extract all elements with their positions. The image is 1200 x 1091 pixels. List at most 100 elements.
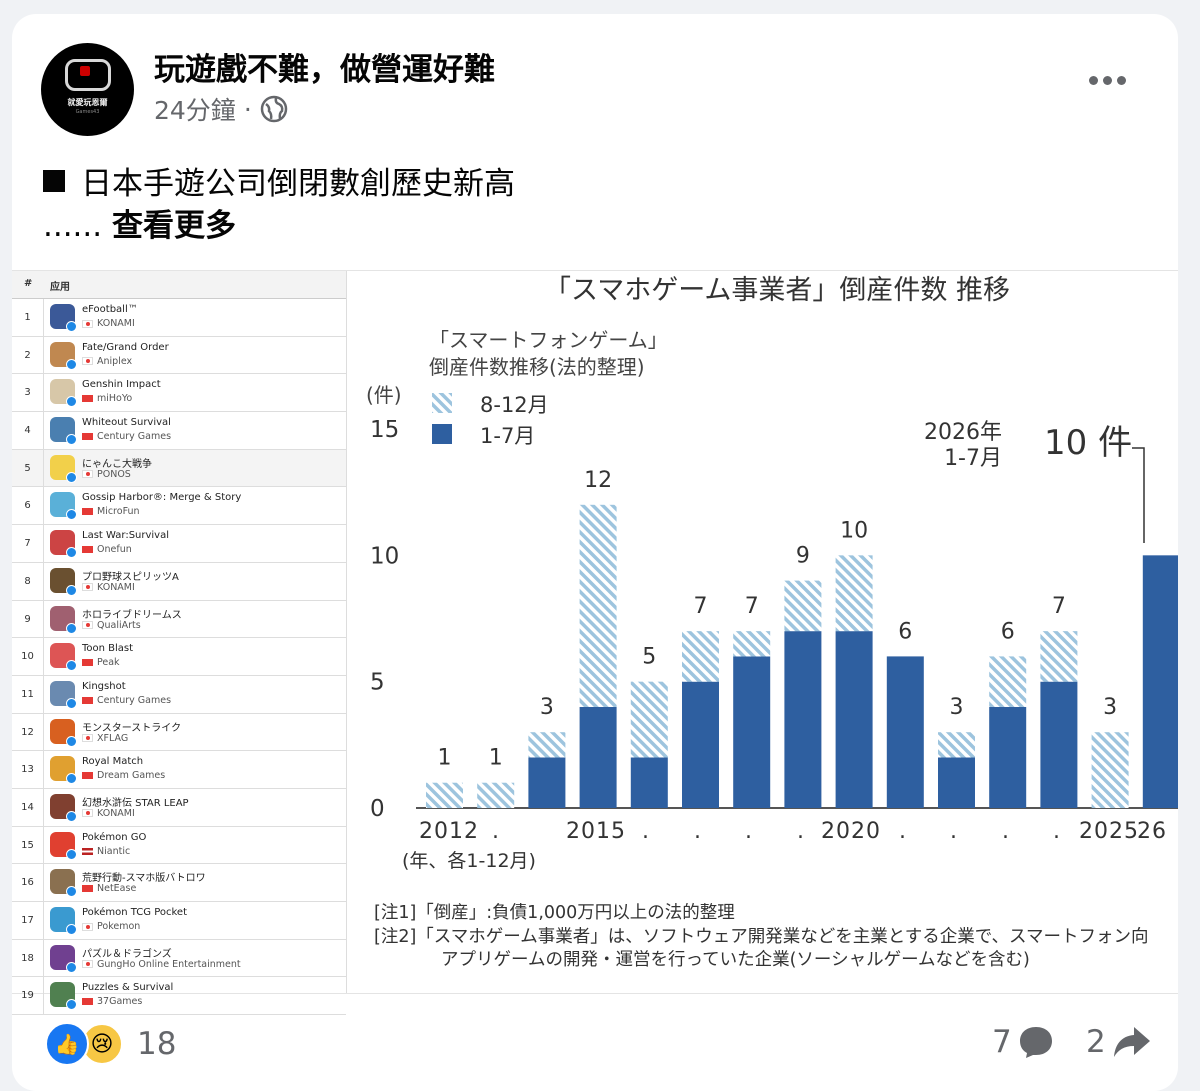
app-store-icon: [66, 924, 77, 935]
rank-number: 11: [21, 688, 34, 700]
post-meta: 24分鐘 ·: [154, 91, 288, 127]
rank-number: 19: [21, 990, 34, 1002]
country-flag-icon: [82, 998, 93, 1006]
page-avatar[interactable]: 就愛玩恩爾 Games43: [41, 43, 134, 136]
bar-total-label: 7: [1052, 594, 1066, 619]
app-store-icon: [66, 999, 77, 1011]
post-card: 就愛玩恩爾 Games43 玩遊戲不難，做營運好難 24分鐘 · 日本手遊公司倒…: [12, 14, 1178, 1091]
table-row[interactable]: 17 Pokémon TCG Pocket Pokemon: [12, 902, 346, 940]
publisher: 37Games: [82, 996, 142, 1007]
comments-count[interactable]: 7: [992, 1024, 1054, 1060]
page-name[interactable]: 玩遊戲不難，做營運好難: [154, 44, 495, 89]
bar-total-label: 3: [1103, 695, 1117, 720]
table-row[interactable]: 5 にゃんこ大戦争 PONOS: [12, 449, 346, 488]
rank-number: 18: [21, 952, 34, 964]
table-row[interactable]: 14 幻想水滸伝 STAR LEAP KONAMI: [12, 788, 346, 827]
bar-total-label: 3: [950, 695, 964, 720]
publisher: Pokemon: [82, 921, 140, 932]
publisher: Century Games: [82, 695, 171, 706]
bar-total-label: 9: [796, 544, 810, 569]
app-store-icon: [66, 358, 77, 370]
country-flag-icon: [82, 734, 93, 743]
table-row[interactable]: 12 モンスターストライク XFLAG: [12, 713, 346, 752]
see-more-link[interactable]: 查看更多: [112, 208, 236, 244]
ranking-header: # 应用: [12, 271, 346, 299]
app-store-icon: [66, 471, 77, 483]
annotation-leader-line: [1132, 447, 1145, 543]
bar-total-label: 5: [642, 645, 656, 670]
y-axis-unit: (件): [366, 383, 402, 407]
x-tick-label: .: [745, 819, 753, 844]
table-row[interactable]: 15 Pokémon GO Niantic: [12, 826, 346, 865]
table-row[interactable]: 11 Kingshot Century Games: [12, 675, 346, 714]
publisher: PONOS: [82, 469, 131, 480]
publisher-name: NetEase: [97, 883, 137, 895]
app-column-header: 应用: [50, 282, 70, 293]
more-options-button[interactable]: [1089, 76, 1126, 85]
publisher-name: Aniplex: [97, 355, 133, 367]
app-name: Puzzles & Survival: [82, 982, 174, 994]
rank-number: 8: [24, 575, 31, 587]
rank-number: 6: [24, 500, 31, 512]
country-flag-icon: [82, 659, 93, 667]
table-row[interactable]: 16 荒野行動-スマホ版バトロワ NetEase: [12, 864, 346, 902]
rank-number: 5: [24, 462, 31, 474]
table-row[interactable]: 9 ホロライブドリームス QualiArts: [12, 600, 346, 639]
app-store-icon: [66, 810, 77, 822]
app-name: プロ野球スピリッツA: [82, 571, 179, 583]
post-image[interactable]: # 应用 1 eFootball™ KONAMI 2 Fate/Grand Order A…: [12, 270, 1178, 1016]
bar-segment-jan-jul: [784, 631, 822, 808]
bar-segment-jan-jul: [938, 757, 975, 808]
table-row[interactable]: 18 パズル＆ドラゴンズ GungHo Online Entertainment: [12, 939, 346, 978]
post-time[interactable]: 24分鐘: [154, 91, 236, 127]
bar-total-label: 6: [898, 619, 912, 644]
x-tick-label: .: [492, 819, 500, 844]
bar-total-label: 1: [489, 746, 503, 771]
publisher: XFLAG: [82, 733, 128, 744]
chart: 「スマホゲーム事業者」倒産件数 推移 「スマートフォンゲーム」 倒産件数推移(法的整…: [346, 271, 1178, 993]
app-name: Pokémon TCG Pocket: [82, 907, 187, 918]
bar-segment-jan-jul: [733, 656, 771, 808]
rank-number: 1: [24, 312, 31, 323]
bar-total-label: 7: [694, 594, 708, 619]
table-row[interactable]: 1 eFootball™ KONAMI: [12, 299, 346, 337]
chart-note: アプリゲームの開発・運営を行っていた企業(ソーシャルゲームなどを含む): [441, 950, 1030, 970]
x-tick-label: .: [694, 819, 702, 844]
app-store-icon: [66, 961, 77, 973]
publisher: QualiArts: [82, 620, 141, 631]
table-row[interactable]: 19 Puzzles & Survival 37Games: [12, 977, 346, 1016]
table-row[interactable]: 4 Whiteout Survival Century Games: [12, 412, 346, 450]
reactions[interactable]: 👍 😢 18: [45, 1022, 176, 1066]
bar-segment-aug-dec: [528, 732, 566, 758]
bar-segment-aug-dec: [989, 656, 1027, 707]
table-row[interactable]: 6 Gossip Harbor®: Merge & Story MicroFun: [12, 487, 346, 526]
table-row[interactable]: 10 Toon Blast Peak: [12, 638, 346, 676]
rank-number: 7: [24, 538, 31, 550]
chart-subtitle: 倒産件数推移(法的整理): [429, 355, 645, 379]
comment-icon: [1019, 1027, 1052, 1058]
app-store-icon: [66, 434, 77, 446]
table-row[interactable]: 8 プロ野球スピリッツA KONAMI: [12, 562, 346, 601]
table-row[interactable]: 13 Royal Match Dream Games: [12, 751, 346, 789]
publisher-name: KONAMI: [97, 318, 135, 329]
table-row[interactable]: 2 Fate/Grand Order Aniplex: [12, 336, 346, 375]
publisher-name: GungHo Online Entertainment: [97, 958, 241, 970]
app-store-icon: [66, 396, 77, 408]
country-flag-icon: [82, 621, 93, 629]
country-flag-icon: [82, 357, 93, 366]
publisher-name: Century Games: [97, 431, 172, 443]
chart-note: [注1]「倒産」:負債1,000万円以上の法的整理: [374, 903, 735, 923]
app-name: パズル＆ドラゴンズ: [82, 948, 172, 960]
bar-segment-jan-jul: [528, 757, 566, 808]
bar-segment-aug-dec: [579, 504, 617, 707]
publisher: KONAMI: [82, 318, 135, 329]
rank-number: 13: [21, 764, 34, 776]
x-tick-label: .: [1053, 819, 1061, 844]
country-flag-icon: [82, 508, 93, 516]
table-row[interactable]: 7 Last War:Survival Onefun: [12, 525, 346, 563]
shares-count[interactable]: 2: [1086, 1024, 1152, 1060]
app-name: Genshin Impact: [82, 379, 161, 391]
share-icon: [1113, 1027, 1150, 1057]
table-row[interactable]: 3 Genshin Impact miHoYo: [12, 374, 346, 413]
publisher-name: KONAMI: [97, 807, 135, 819]
